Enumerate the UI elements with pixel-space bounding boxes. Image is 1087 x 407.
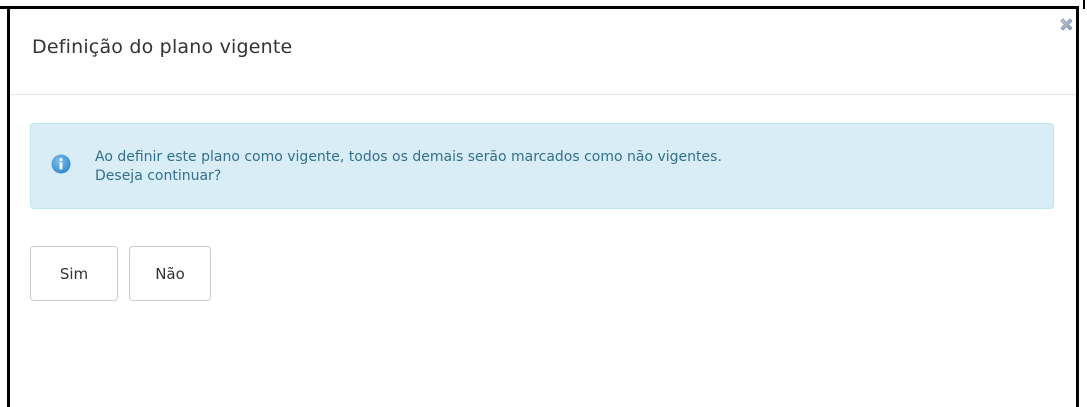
- dialog-header: Definição do plano vigente: [10, 9, 1076, 95]
- info-circle-icon: [51, 154, 71, 174]
- no-button[interactable]: Não: [129, 246, 211, 301]
- yes-button[interactable]: Sim: [30, 246, 118, 301]
- screenshot-frame: Definição do plano vigente Ao definir es…: [0, 0, 1087, 407]
- dialog-title: Definição do plano vigente: [32, 36, 293, 58]
- alert-message-line: Deseja continuar?: [95, 168, 222, 184]
- info-alert: Ao definir este plano como vigente, todo…: [30, 123, 1054, 209]
- frame-border: [1083, 0, 1085, 9]
- close-icon[interactable]: [1059, 17, 1074, 32]
- alert-message: Ao definir este plano como vigente, todo…: [95, 148, 1035, 186]
- confirm-dialog: Definição do plano vigente Ao definir es…: [10, 9, 1076, 407]
- alert-message-line: Ao definir este plano como vigente, todo…: [95, 149, 722, 165]
- frame-border: [1076, 6, 1079, 407]
